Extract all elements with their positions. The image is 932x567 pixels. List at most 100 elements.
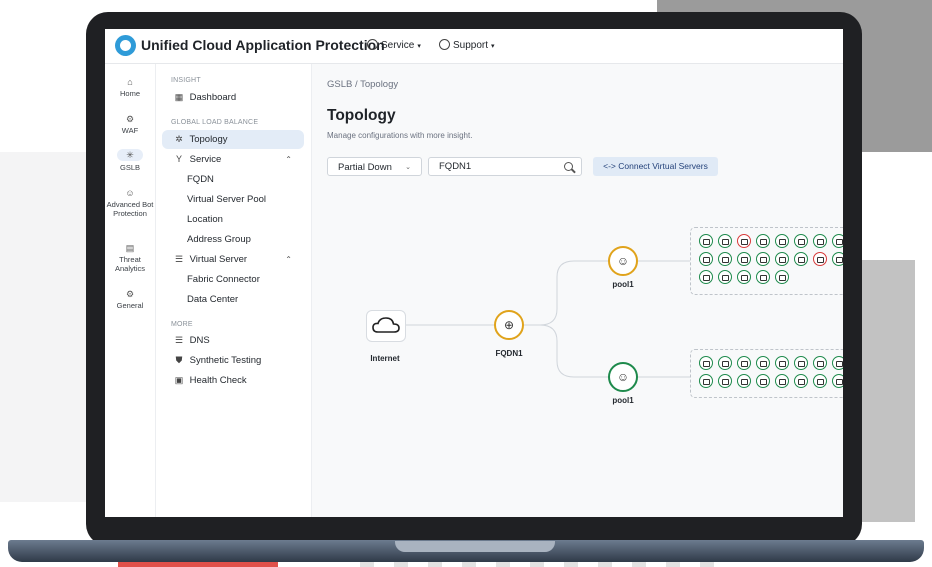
service-menu[interactable]: Service ▾ <box>367 39 421 51</box>
sidebar-item-health-check[interactable]: ▣ Health Check <box>162 371 304 390</box>
virtual-server-up[interactable] <box>832 234 843 248</box>
service-menu-label: Service <box>381 40 415 51</box>
server-icon: ☰ <box>174 254 184 264</box>
virtual-server-up[interactable] <box>718 252 732 266</box>
virtual-server-up[interactable] <box>813 356 827 370</box>
internet-node[interactable] <box>366 310 406 342</box>
virtual-server-up[interactable] <box>832 374 843 388</box>
server-group-pool-a <box>690 227 843 295</box>
icon-rail: ⌂ Home ⚙ WAF ✳ GSLB ☺ Advanced Bot Protectio… <box>105 64 156 517</box>
rail-item-bot[interactable]: ☺ Advanced Bot Protection <box>105 189 155 219</box>
sidebar-item-fabric-connector[interactable]: Fabric Connector <box>162 270 304 289</box>
pool-label: pool1 <box>612 280 634 289</box>
sidebar-item-location[interactable]: Location <box>162 210 304 229</box>
section-insight: INSIGHT <box>171 77 201 84</box>
virtual-server-up[interactable] <box>813 234 827 248</box>
pool-icon: ☺ <box>616 254 630 268</box>
virtual-server-up[interactable] <box>756 270 770 284</box>
virtual-server-up[interactable] <box>699 252 713 266</box>
virtual-server-up[interactable] <box>699 356 713 370</box>
virtual-server-up[interactable] <box>794 356 808 370</box>
sidebar-item-dashboard[interactable]: ▦ Dashboard <box>162 88 304 107</box>
virtual-server-up[interactable] <box>832 356 843 370</box>
dns-icon: ☰ <box>174 335 184 345</box>
globe-icon: ⊕ <box>503 318 515 332</box>
support-menu-label: Support <box>453 40 489 51</box>
sidebar-label: Health Check <box>189 375 247 386</box>
virtual-server-up[interactable] <box>775 252 789 266</box>
virtual-server-up[interactable] <box>794 252 808 266</box>
virtual-server-up[interactable] <box>775 270 789 284</box>
virtual-server-up[interactable] <box>718 270 732 284</box>
sidebar-item-synthetic-testing[interactable]: ⛊ Synthetic Testing <box>162 351 304 370</box>
virtual-server-up[interactable] <box>775 374 789 388</box>
sidebar-item-dns[interactable]: ☰ DNS <box>162 331 304 350</box>
virtual-server-up[interactable] <box>699 374 713 388</box>
virtual-server-up[interactable] <box>794 374 808 388</box>
gslb-icon: ✳ <box>117 149 143 161</box>
fqdn-label: FQDN1 <box>495 349 523 358</box>
rail-label: Home <box>119 89 140 98</box>
server-group-pool-b <box>690 349 843 398</box>
rail-item-gslb[interactable]: ✳ GSLB <box>105 149 155 172</box>
sidebar-label: DNS <box>189 335 210 346</box>
chevron-up-icon: ⌃ <box>285 155 292 164</box>
health-icon: ▣ <box>174 375 184 385</box>
sidebar-label: FQDN <box>187 174 214 185</box>
fqdn-node[interactable]: ⊕ <box>494 310 524 340</box>
rail-label: General <box>116 301 144 310</box>
waf-icon: ⚙ <box>125 114 135 124</box>
sidebar-item-address-group[interactable]: Address Group <box>162 230 304 249</box>
sidebar-item-fqdn[interactable]: FQDN <box>162 170 304 189</box>
rail-item-waf[interactable]: ⚙ WAF <box>105 114 155 136</box>
internet-label: Internet <box>370 354 400 363</box>
virtual-server-up[interactable] <box>756 234 770 248</box>
rail-label: WAF <box>121 126 139 135</box>
virtual-server-up[interactable] <box>794 234 808 248</box>
rail-item-general[interactable]: ⚙ General <box>105 290 155 311</box>
virtual-server-up[interactable] <box>699 270 713 284</box>
sidebar-item-virtual-server[interactable]: ☰ Virtual Server ⌃ <box>162 250 304 269</box>
sidebar-label: Dashboard <box>189 92 237 103</box>
virtual-server-up[interactable] <box>756 374 770 388</box>
virtual-server-up[interactable] <box>737 374 751 388</box>
sidebar-label: Synthetic Testing <box>189 355 262 366</box>
sidebar-item-data-center[interactable]: Data Center <box>162 290 304 309</box>
rail-item-home[interactable]: ⌂ Home <box>105 77 155 99</box>
sidebar-label: Location <box>187 214 223 225</box>
laptop-screen: Unified Cloud Application Protection Ser… <box>105 29 843 517</box>
virtual-server-up[interactable] <box>737 252 751 266</box>
laptop-notch <box>395 541 555 552</box>
pool-label: pool1 <box>612 396 634 405</box>
virtual-server-up[interactable] <box>832 252 843 266</box>
sidebar-item-virtual-server-pool[interactable]: Virtual Server Pool <box>162 190 304 209</box>
virtual-server-up[interactable] <box>699 234 713 248</box>
rail-label: GSLB <box>119 163 140 172</box>
section-global-load-balance: GLOBAL LOAD BALANCE <box>171 119 259 126</box>
rail-label: Threat Analytics <box>114 255 145 273</box>
sidebar-item-service[interactable]: Y Service ⌃ <box>162 150 304 169</box>
sidebar-label: Service <box>189 154 222 165</box>
virtual-server-up[interactable] <box>718 356 732 370</box>
virtual-server-up[interactable] <box>718 234 732 248</box>
rail-item-analytics[interactable]: ▤ Threat Analytics <box>105 244 155 274</box>
topology-icon: ✲ <box>175 134 183 144</box>
sidebar-item-topology[interactable]: ✲ Topology <box>162 130 304 149</box>
virtual-server-up[interactable] <box>737 356 751 370</box>
sidebar-label: Data Center <box>187 294 239 305</box>
sidebar-label: Virtual Server Pool <box>187 194 267 205</box>
virtual-server-down[interactable] <box>737 234 751 248</box>
virtual-server-up[interactable] <box>756 356 770 370</box>
virtual-server-up[interactable] <box>775 234 789 248</box>
virtual-server-down[interactable] <box>813 252 827 266</box>
pool-node-partial[interactable]: ☺ <box>608 246 638 276</box>
virtual-server-up[interactable] <box>775 356 789 370</box>
virtual-server-up[interactable] <box>813 374 827 388</box>
home-icon: ⌂ <box>127 77 133 87</box>
virtual-server-up[interactable] <box>737 270 751 284</box>
app-title: Unified Cloud Application Protection <box>141 37 385 53</box>
virtual-server-up[interactable] <box>756 252 770 266</box>
virtual-server-up[interactable] <box>718 374 732 388</box>
support-menu[interactable]: Support ▾ <box>439 39 495 51</box>
pool-node-healthy[interactable]: ☺ <box>608 362 638 392</box>
